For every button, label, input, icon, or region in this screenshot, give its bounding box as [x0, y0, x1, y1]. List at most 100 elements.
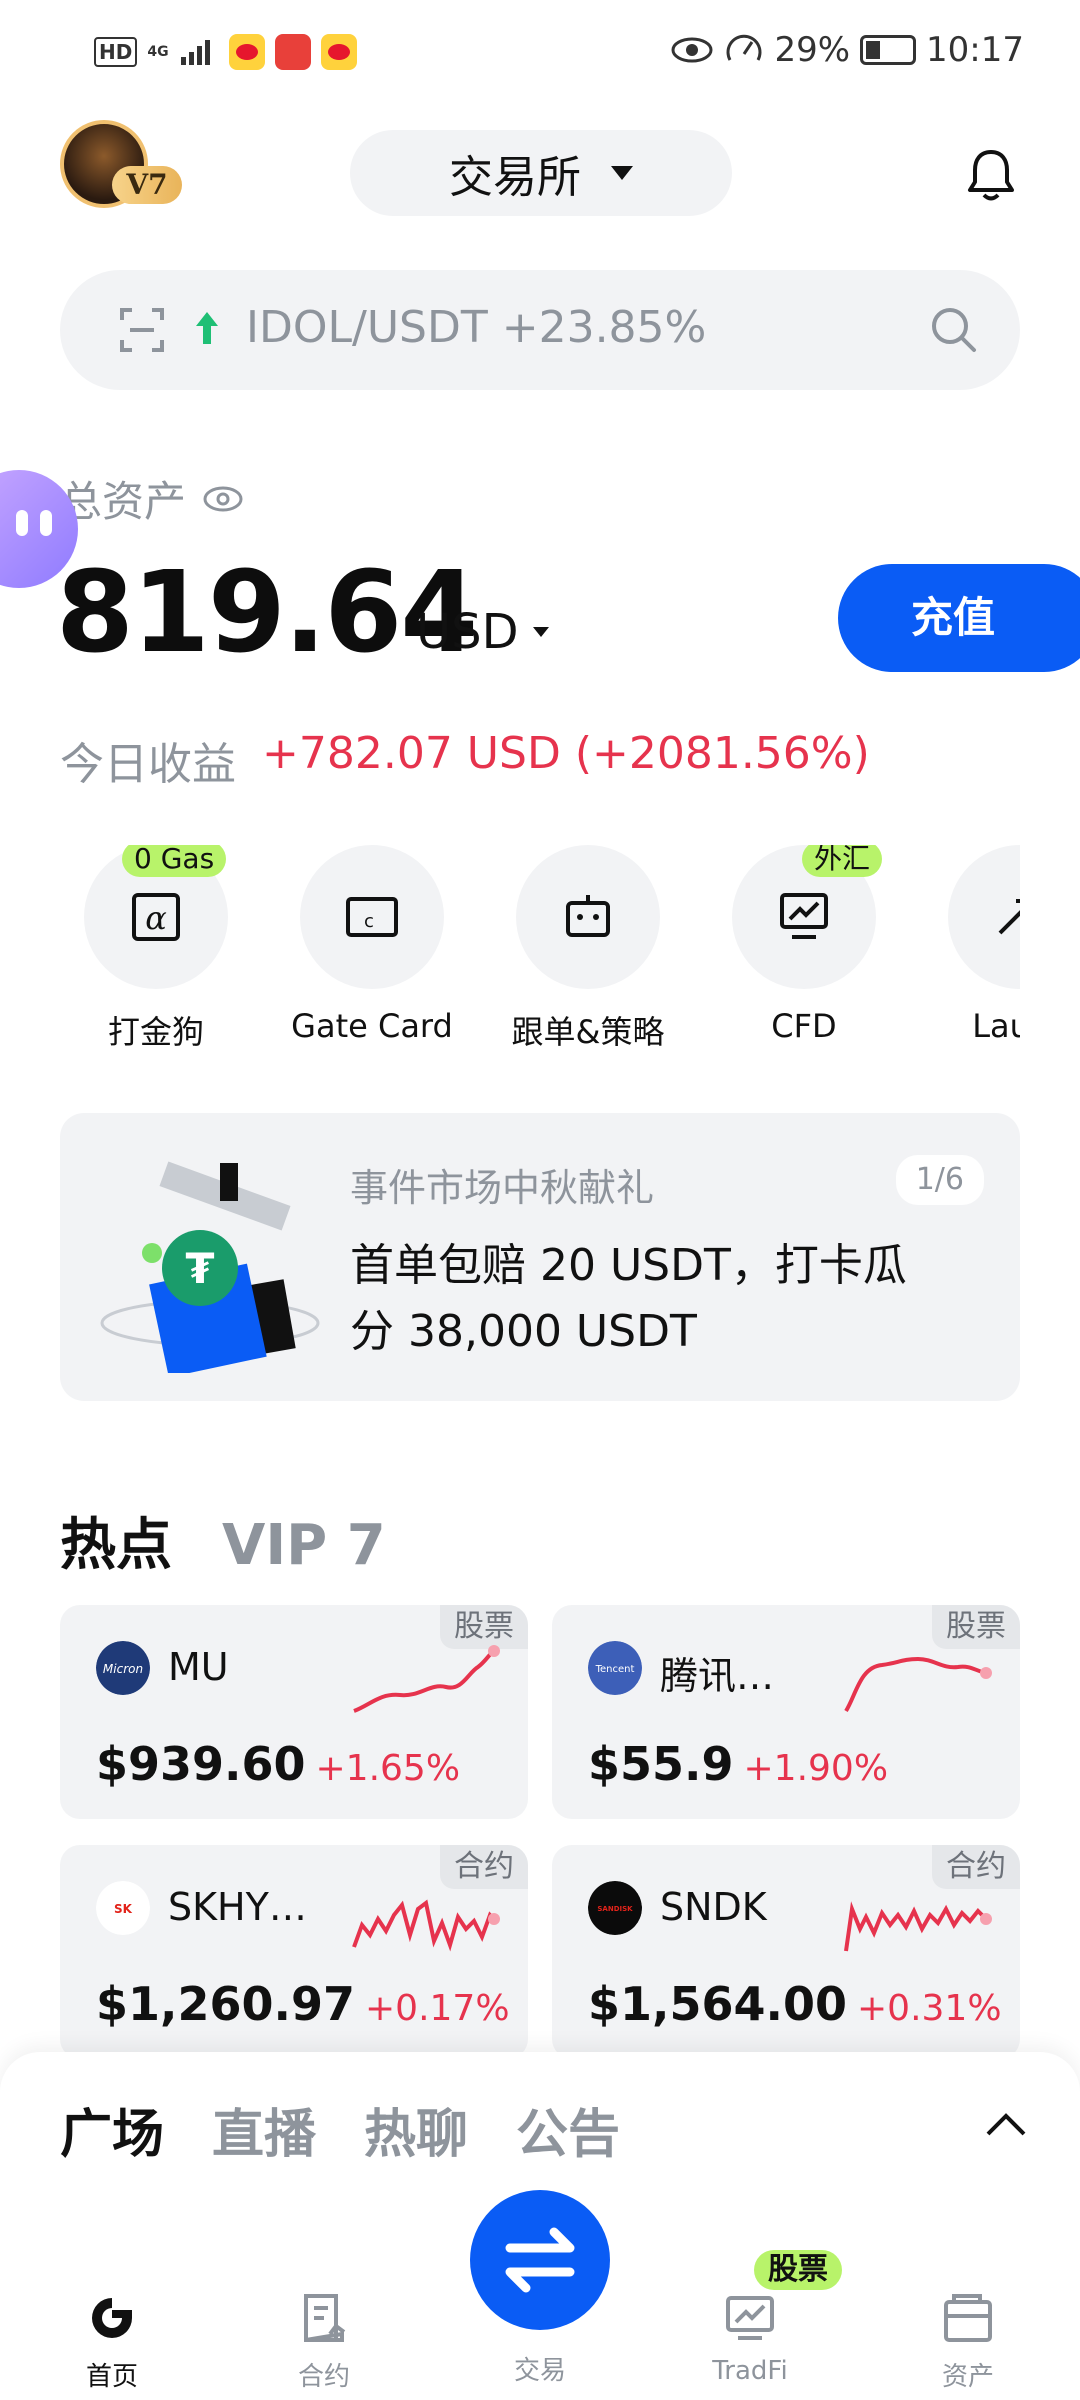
search-trending-text: IDOL/USDT +23.85% — [246, 302, 707, 353]
card-change: +1.90% — [743, 1748, 889, 1789]
card-price: $939.60 +1.65% — [96, 1737, 460, 1791]
sparkline — [352, 1899, 500, 1952]
quick-action-label: Gate Card — [291, 1007, 453, 1045]
svg-text:α: α — [145, 899, 167, 937]
network-indicator: 4G — [147, 44, 169, 60]
card-symbol: MU — [168, 1645, 229, 1689]
eye-icon[interactable] — [202, 484, 244, 514]
nav-home[interactable]: 首页 — [32, 2290, 192, 2393]
hot-tabs: 热点 VIP 7 — [60, 1500, 386, 1581]
deposit-button[interactable]: 充值 — [838, 564, 1080, 672]
search-bar[interactable]: IDOL/USDT +23.85% — [60, 270, 1020, 390]
scan-icon[interactable] — [118, 306, 166, 354]
svg-text:Micron: Micron — [103, 1662, 143, 1676]
rocket-icon — [948, 845, 1020, 989]
exchange-switcher[interactable]: 交易所 — [350, 130, 732, 216]
caret-down-icon — [611, 166, 633, 180]
banner-title: 首单包赔 20 USDT，打卡瓜分 38,000 USDT — [350, 1240, 907, 1357]
trend-up-icon — [196, 312, 218, 344]
banner-illustration: ₮ — [100, 1161, 320, 1373]
nav-assets[interactable]: 资产 — [888, 2290, 1048, 2393]
quick-action-label: Launc — [972, 1007, 1020, 1045]
card-category-tag: 合约 — [440, 1845, 528, 1889]
sparkline — [844, 1901, 992, 1952]
tab-hot-chat[interactable]: 热聊 — [364, 2092, 468, 2167]
tab-live[interactable]: 直播 — [212, 2092, 316, 2167]
quick-action-copy-trading[interactable]: 跟单&策略 — [480, 845, 696, 1053]
quick-actions: α 打金狗 0 Gas c Gate Card 跟单&策略 CFD 外汇 Lau… — [0, 845, 1020, 1065]
market-card-mu[interactable]: 股票 Micron MU $939.60 +1.65% — [60, 1605, 528, 1819]
nav-assets-label: 资产 — [941, 2362, 994, 2392]
speed-icon — [727, 34, 762, 61]
sparkline — [844, 1656, 992, 1713]
futures-icon — [304, 2294, 346, 2342]
status-left: HD 4G — [94, 34, 357, 70]
micron-logo-icon: Micron — [96, 1641, 150, 1695]
currency-label: USD — [416, 604, 519, 660]
stocks-badge: 股票 — [754, 2250, 842, 2290]
svg-text:SANDISK: SANDISK — [597, 1905, 633, 1913]
card-change: +1.65% — [315, 1748, 461, 1789]
nav-home-label: 首页 — [85, 2362, 138, 2392]
svg-text:SK: SK — [114, 1902, 133, 1916]
bell-icon[interactable] — [966, 148, 1016, 202]
clock: 10:17 — [926, 30, 1024, 70]
wallet-icon — [944, 2294, 992, 2342]
bottom-nav: 首页 合约 交易 TradFi 股票 资产 — [0, 2190, 1080, 2400]
quick-action-gate-card[interactable]: c Gate Card — [264, 845, 480, 1045]
vip-badge[interactable]: V7 — [112, 166, 182, 204]
card-price-value: $55.9 — [588, 1737, 734, 1791]
card-price: $1,564.00 +0.31% — [588, 1977, 1002, 2031]
hd-indicator: HD — [94, 37, 138, 67]
home-icon — [92, 2298, 132, 2338]
robot-icon — [516, 845, 660, 989]
quick-action-launchpad[interactable]: Launc — [912, 845, 1020, 1045]
nav-tradfi[interactable]: TradFi — [670, 2290, 830, 2386]
trade-button[interactable] — [470, 2190, 610, 2330]
card-change: +0.31% — [857, 1988, 1002, 2029]
battery-icon — [860, 35, 917, 65]
forex-badge: 外汇 — [802, 845, 883, 877]
weibo-notification-icon — [228, 34, 265, 70]
status-right: 29% 10:17 — [670, 30, 1024, 70]
banner-subtitle: 事件市场中秋献礼 — [350, 1166, 655, 1210]
tab-hot[interactable]: 热点 — [60, 1500, 172, 1581]
promo-banner[interactable]: ₮ 事件市场中秋献礼 首单包赔 20 USDT，打卡瓜分 38,000 USDT… — [60, 1113, 1020, 1401]
quick-action-label: CFD — [771, 1007, 837, 1045]
quick-action-meme[interactable]: α 打金狗 0 Gas — [48, 845, 264, 1053]
card-symbol: SKHY… — [168, 1885, 307, 1929]
nav-trade-label: 交易 — [513, 2356, 566, 2386]
market-card-tencent[interactable]: 股票 Tencent 腾讯… $55.9 +1.90% — [552, 1605, 1020, 1819]
total-assets-amount: 819.64 — [56, 548, 478, 678]
search-icon[interactable] — [928, 304, 980, 356]
tradfi-icon — [726, 2296, 774, 2340]
market-card-sndk[interactable]: 合约 SANDISK SNDK $1,564.00 +0.31% — [552, 1845, 1020, 2059]
quick-action-label: 跟单&策略 — [511, 1013, 665, 1051]
card-price: $55.9 +1.90% — [588, 1737, 888, 1791]
svg-text:₮: ₮ — [185, 1244, 214, 1293]
status-bar: HD 4G 29% 10:17 — [0, 0, 1080, 110]
svg-text:c: c — [364, 911, 374, 932]
quick-action-cfd[interactable]: CFD 外汇 — [696, 845, 912, 1045]
skhynix-logo-icon: SK — [96, 1881, 150, 1935]
total-assets-text: 总资产 — [60, 477, 187, 526]
tab-square[interactable]: 广场 — [60, 2092, 164, 2167]
card-price-value: $939.60 — [96, 1737, 306, 1791]
chevron-up-icon[interactable] — [984, 2110, 1028, 2138]
card-symbol: 腾讯… — [660, 1654, 775, 1698]
market-card-skhynix[interactable]: 合约 SK SKHY… $1,260.97 +0.17% — [60, 1845, 528, 2059]
nav-futures[interactable]: 合约 — [244, 2290, 404, 2393]
tab-vip[interactable]: VIP 7 — [222, 1513, 386, 1578]
card-category-tag: 股票 — [932, 1605, 1020, 1649]
card-price-value: $1,564.00 — [588, 1977, 847, 2031]
today-pnl[interactable]: 今日收益 +782.07 USD (+2081.56%) — [60, 728, 870, 792]
caret-down-icon — [532, 627, 549, 637]
card-category-tag: 合约 — [932, 1845, 1020, 1889]
quick-action-label: 打金狗 — [107, 1013, 204, 1051]
nav-tradfi-label: TradFi — [712, 2356, 788, 2386]
tab-announcement[interactable]: 公告 — [516, 2092, 620, 2167]
svg-text:Tencent: Tencent — [595, 1664, 635, 1675]
card-price-value: $1,260.97 — [96, 1977, 355, 2031]
nav-futures-label: 合约 — [297, 2362, 350, 2392]
currency-selector[interactable]: USD — [416, 604, 549, 660]
